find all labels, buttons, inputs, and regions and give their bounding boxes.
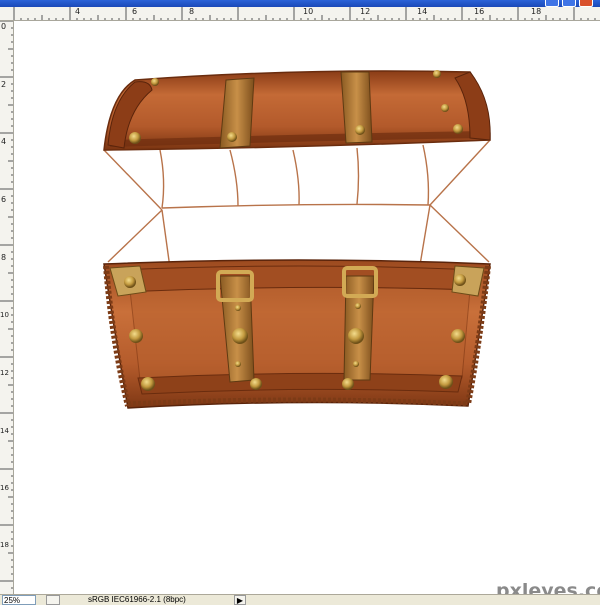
ruler-top-label: 18 xyxy=(531,7,542,16)
chest-lid xyxy=(103,70,491,151)
document-info-text: sRGB IEC61966-2.1 (8bpc) xyxy=(88,595,186,604)
minimize-button[interactable] xyxy=(545,0,559,7)
ruler-top-label: 16 xyxy=(474,7,485,16)
ruler-top-label: 4 xyxy=(75,7,81,16)
ruler-left-label: 18 xyxy=(0,541,9,549)
doc-info-button[interactable] xyxy=(46,595,60,605)
maximize-button[interactable] xyxy=(562,0,576,7)
ruler-left-label: 16 xyxy=(0,484,9,492)
ruler-left-label: 12 xyxy=(0,369,9,377)
ruler-left-label: 14 xyxy=(0,427,9,435)
zoom-level-field[interactable]: 25% xyxy=(2,595,36,605)
transform-outline xyxy=(103,139,491,269)
ruler-top-label: 12 xyxy=(360,7,371,16)
ruler-left-label: 2 xyxy=(1,80,7,89)
status-bar: 25% sRGB IEC61966-2.1 (8bpc) ▶ xyxy=(0,594,600,605)
ruler-left[interactable]: 0 2 4 6 8 10 12 14 16 18 xyxy=(0,21,14,594)
ruler-top-label: 10 xyxy=(303,7,314,16)
window-titlebar xyxy=(0,0,600,7)
status-menu-arrow[interactable]: ▶ xyxy=(234,595,246,605)
ruler-top-label: 6 xyxy=(132,7,138,16)
ruler-top-ticks xyxy=(13,7,596,20)
document-canvas[interactable] xyxy=(14,21,600,594)
ruler-top-label: 14 xyxy=(417,7,428,16)
ruler-left-label: 4 xyxy=(1,137,7,146)
ruler-left-label: 6 xyxy=(1,195,7,204)
ruler-left-ticks xyxy=(0,21,13,589)
close-button[interactable] xyxy=(579,0,593,7)
treasure-chest-artwork xyxy=(103,70,491,409)
ruler-left-label: 0 xyxy=(1,22,7,31)
ruler-left-label: 8 xyxy=(1,253,7,262)
chest-base xyxy=(103,259,491,409)
ruler-left-label: 10 xyxy=(0,311,9,319)
ruler-top-label: 8 xyxy=(189,7,195,16)
ruler-top[interactable]: 4 6 8 10 12 14 16 18 xyxy=(0,7,600,21)
